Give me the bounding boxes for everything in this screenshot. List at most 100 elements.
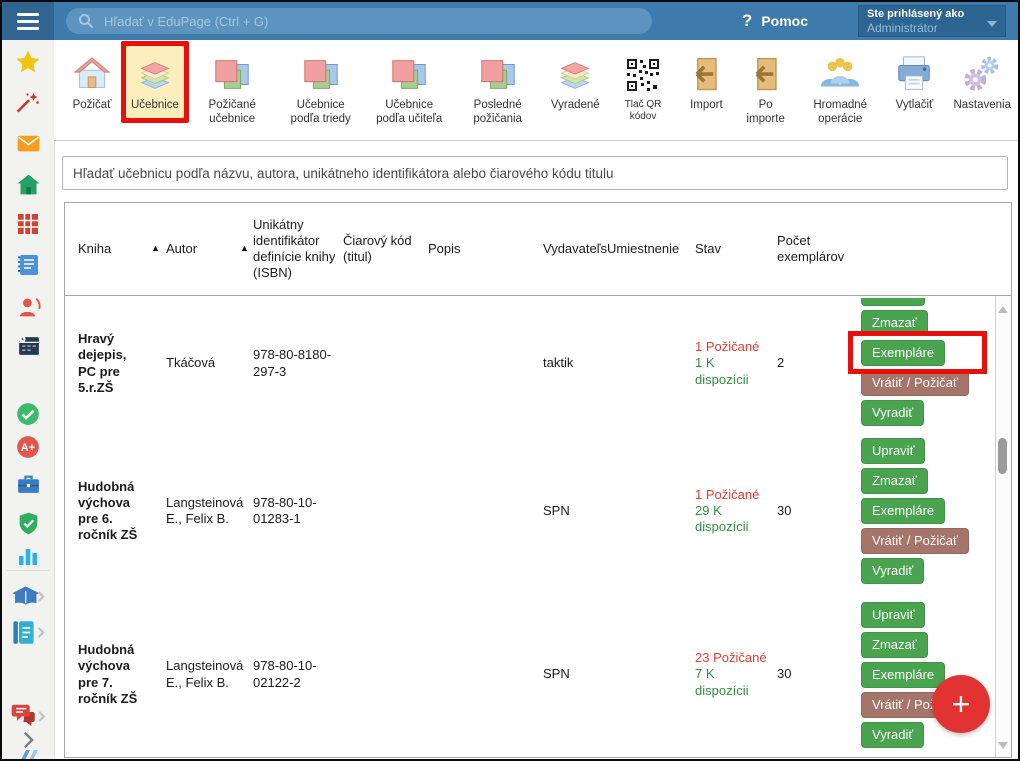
timetable-grid-icon[interactable] bbox=[15, 211, 41, 237]
toolbar-item-hromadne-operacie[interactable]: Hromadné operácie bbox=[798, 45, 882, 132]
col-popis[interactable]: Popis bbox=[428, 241, 543, 257]
cell-pocet: 2 bbox=[777, 355, 857, 371]
stacked-books-icon bbox=[477, 51, 519, 99]
home-icon[interactable] bbox=[15, 171, 41, 197]
toolbar-item-import[interactable]: Import bbox=[679, 45, 733, 119]
layers-icon bbox=[134, 51, 176, 99]
cell-isbn: 978-80-10-01283-1 bbox=[253, 495, 343, 528]
delete-button[interactable]: Zmazať bbox=[861, 310, 928, 336]
row-actions: Upraviť Zmazať Exempláre Vrátiť / Požiča… bbox=[857, 438, 1005, 584]
discard-button[interactable]: Vyradiť bbox=[861, 722, 924, 748]
toolbar-label: Nastavenia bbox=[953, 99, 1011, 113]
account-person-icon[interactable] bbox=[15, 293, 41, 319]
table-row: Hravý dejepis, PC pre 5.r.ZŠ Tkáčová 978… bbox=[65, 296, 1011, 431]
printer-icon bbox=[893, 51, 935, 99]
attendance-check-icon[interactable] bbox=[15, 401, 41, 427]
toolbar-item-tlac-qr-kodov[interactable]: Tlač QR kódov bbox=[611, 45, 676, 129]
toolbar-label: Požičať bbox=[73, 99, 112, 113]
table-row: Hudobná výchova pre 7. ročník ZŠ Langste… bbox=[65, 591, 1011, 758]
col-pocet-exemplarov[interactable]: Počet exemplárov bbox=[777, 233, 857, 266]
edit-button[interactable]: Upraviť bbox=[861, 602, 925, 628]
cell-kniha: Hudobná výchova pre 6. ročník ZŠ bbox=[78, 479, 151, 544]
toolbar-item-pozicat[interactable]: Požičať bbox=[64, 45, 120, 119]
status-borrowed: 23 Požičané bbox=[695, 650, 771, 666]
notebook-icon[interactable] bbox=[15, 252, 41, 278]
grades-icon[interactable]: A+ bbox=[15, 434, 41, 460]
return-borrow-button[interactable]: Vrátiť / Požičať bbox=[861, 528, 969, 554]
cell-vydavatelstvo: taktik bbox=[543, 355, 607, 371]
book-filter-input[interactable] bbox=[62, 156, 1008, 190]
sort-asc-icon[interactable]: ▲ bbox=[151, 243, 166, 254]
status-available: 1 K dispozícii bbox=[695, 355, 771, 388]
toolbar-item-vyradene[interactable]: Vyradené bbox=[544, 45, 607, 119]
edit-button[interactable]: Upraviť bbox=[861, 438, 925, 464]
stacked-books-icon bbox=[388, 51, 430, 99]
cell-stav: 23 Požičané 7 K dispozícii bbox=[695, 650, 777, 699]
briefcase-icon[interactable] bbox=[15, 471, 41, 497]
copies-button[interactable]: Exempláre bbox=[861, 340, 945, 366]
scrollbar-thumb[interactable] bbox=[998, 438, 1007, 474]
stats-chart-icon[interactable] bbox=[15, 543, 41, 569]
user-menu[interactable]: Ste prihlásený ako Administrátor bbox=[858, 5, 1006, 37]
delete-button[interactable]: Zmazať bbox=[861, 468, 928, 494]
mail-icon[interactable] bbox=[15, 130, 41, 156]
favourites-star-icon[interactable] bbox=[15, 49, 41, 75]
toolbar-item-pozicane-ucebnice[interactable]: Požičané učebnice bbox=[190, 45, 274, 132]
menu-button[interactable] bbox=[2, 2, 54, 40]
edit-button-clipped[interactable] bbox=[861, 298, 925, 306]
shield-check-icon[interactable] bbox=[15, 510, 41, 536]
col-isbn[interactable]: Unikátny identifikátor definície knihy (… bbox=[253, 217, 343, 282]
return-borrow-button[interactable]: Vrátiť / Požičať bbox=[861, 370, 969, 396]
documents-icon[interactable] bbox=[10, 619, 46, 645]
toolbar-item-po-importe[interactable]: Po importe bbox=[737, 45, 794, 132]
sort-asc-icon[interactable]: ▲ bbox=[240, 243, 253, 254]
copies-button[interactable]: Exempláre bbox=[861, 498, 945, 524]
global-search[interactable] bbox=[66, 8, 652, 34]
stacked-books-icon bbox=[300, 51, 342, 99]
delete-button[interactable]: Zmazať bbox=[861, 632, 928, 658]
toolbar-label: Posledné požičania bbox=[462, 99, 532, 126]
add-button[interactable]: + bbox=[932, 675, 990, 733]
layers-icon bbox=[554, 51, 596, 99]
cell-kniha: Hudobná výchova pre 7. ročník ZŠ bbox=[78, 642, 151, 707]
scroll-up-icon[interactable] bbox=[998, 306, 1008, 313]
toolbar-item-ucebnice-podla-ucitela[interactable]: Učebnice podľa učiteľa bbox=[367, 45, 451, 132]
toolbar-item-ucebnice-podla-triedy[interactable]: Učebnice podľa triedy bbox=[278, 45, 362, 132]
search-icon bbox=[78, 13, 94, 29]
col-stav[interactable]: Stav bbox=[695, 241, 777, 257]
table-scrollbar[interactable] bbox=[995, 296, 1011, 757]
col-ciarovy-kod[interactable]: Čiarový kód (titul) bbox=[343, 233, 428, 266]
status-available: 29 K dispozícii bbox=[695, 503, 771, 536]
books-table: Kniha ▲ Autor ▲ Unikátny identifikátor d… bbox=[64, 202, 1012, 758]
toolbar-label: Tlač QR kódov bbox=[618, 99, 669, 123]
global-search-input[interactable] bbox=[102, 13, 640, 30]
wizard-wand-icon[interactable] bbox=[15, 90, 41, 116]
toolbar-item-nastavenia[interactable]: Nastavenia bbox=[946, 45, 1018, 119]
cell-vydavatelstvo: SPN bbox=[543, 666, 607, 682]
people-group-icon bbox=[819, 51, 861, 99]
calendar-clock-icon[interactable] bbox=[15, 332, 41, 358]
cell-autor: Langsteinová E., Felix B. bbox=[166, 658, 240, 691]
discard-button[interactable]: Vyradiť bbox=[861, 558, 924, 584]
col-umiestnenie[interactable]: Umiestnenie bbox=[607, 241, 695, 257]
status-available: 7 K dispozícii bbox=[695, 666, 771, 699]
chat-bubbles-icon[interactable] bbox=[10, 703, 46, 729]
logo-partial-icon bbox=[15, 748, 41, 761]
toolbar-item-posledne-pozicania[interactable]: Posledné požičania bbox=[455, 45, 539, 132]
toolbar-item-vytlacit[interactable]: Vytlačiť bbox=[886, 45, 942, 119]
question-mark-icon: ? bbox=[742, 11, 752, 31]
col-autor[interactable]: Autor bbox=[166, 241, 240, 257]
qr-code-icon bbox=[625, 51, 661, 99]
cell-kniha: Hravý dejepis, PC pre 5.r.ZŠ bbox=[78, 331, 151, 396]
scroll-down-icon[interactable] bbox=[998, 742, 1008, 749]
help-button[interactable]: ? Pomoc bbox=[742, 2, 808, 40]
toolbar-item-ucebnice[interactable]: Učebnice bbox=[124, 45, 186, 119]
copies-button[interactable]: Exempláre bbox=[861, 662, 945, 688]
cell-autor: Tkáčová bbox=[166, 355, 240, 371]
library-book-icon[interactable] bbox=[10, 583, 46, 609]
sidebar-divider bbox=[7, 570, 49, 571]
cell-pocet: 30 bbox=[777, 666, 857, 682]
discard-button[interactable]: Vyradiť bbox=[861, 400, 924, 426]
col-vydavatelstvo[interactable]: Vydavateľstvo bbox=[543, 241, 607, 257]
col-kniha[interactable]: Kniha bbox=[78, 241, 151, 257]
